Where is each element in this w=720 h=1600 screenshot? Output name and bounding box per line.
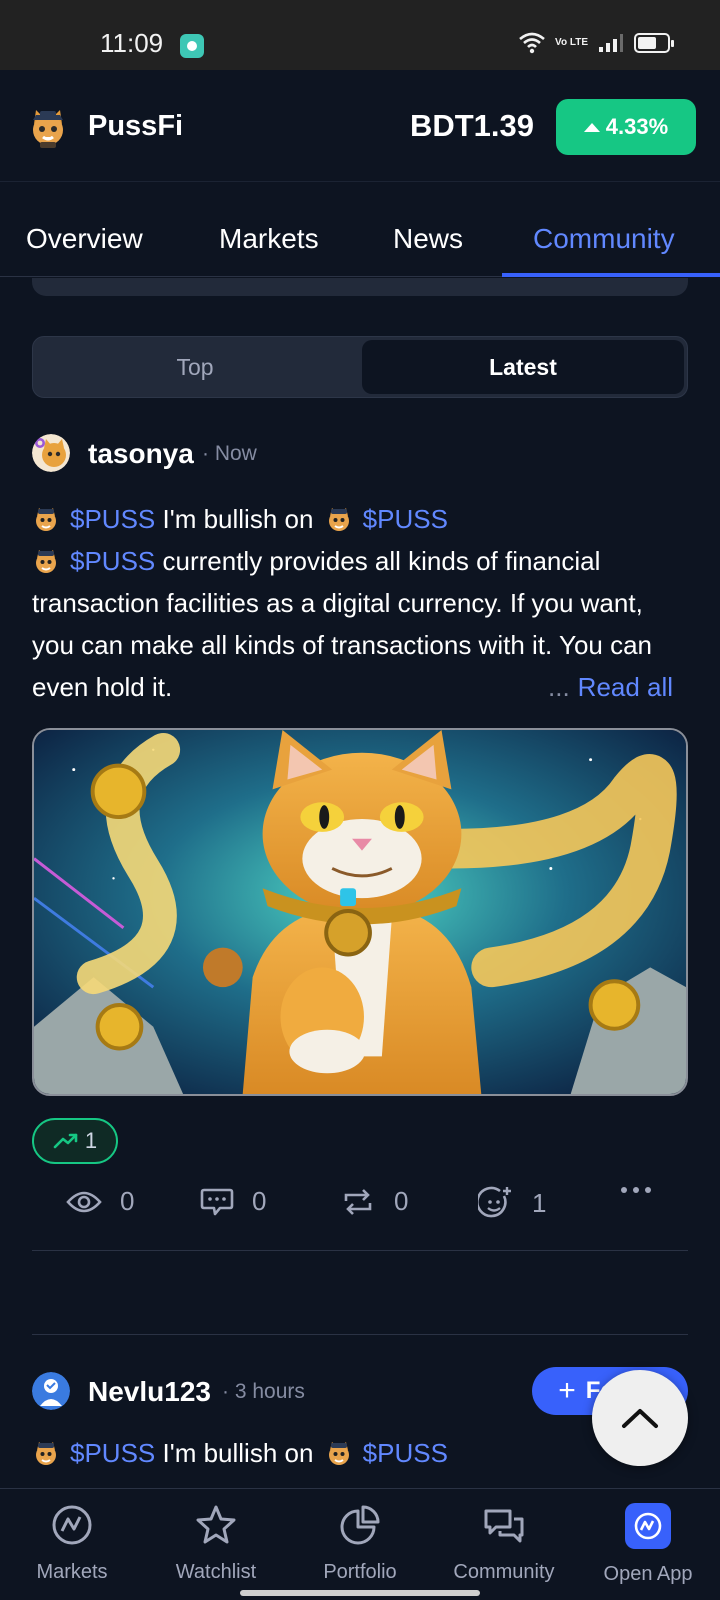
cashtag-link[interactable]: $PUSS — [70, 504, 155, 534]
post-divider — [32, 1334, 688, 1335]
eye-icon — [66, 1191, 102, 1212]
markets-icon — [52, 1505, 92, 1545]
chevron-up-icon — [622, 1409, 658, 1428]
puss-token-icon — [36, 1442, 56, 1465]
bullish-vote-pill[interactable]: 1 — [32, 1118, 118, 1164]
active-tab-indicator — [502, 273, 720, 277]
post-time: · 3 hours — [222, 1380, 305, 1403]
star-icon — [196, 1505, 236, 1544]
views-stat: 0 — [66, 1186, 134, 1217]
nav-watchlist-label: Watchlist — [175, 1561, 257, 1583]
tab-community[interactable]: Community — [533, 223, 675, 255]
signal-icon — [599, 34, 623, 52]
post-divider — [32, 1250, 688, 1251]
chat-app-icon — [180, 34, 204, 58]
app-logo-icon — [625, 1503, 671, 1549]
home-indicator[interactable] — [240, 1590, 480, 1596]
tab-overview[interactable]: Overview — [26, 223, 143, 255]
avatar[interactable] — [32, 434, 70, 472]
post-actions: 0 0 0 1 — [0, 1176, 720, 1236]
coin-header: PussFi BDT1.39 4.33% — [0, 70, 720, 182]
cashtag-link[interactable]: $PUSS — [70, 1438, 155, 1468]
status-time: 11:09 — [100, 28, 164, 58]
nav-markets-label: Markets — [36, 1561, 108, 1583]
puss-token-icon — [36, 550, 56, 573]
status-bar: 11:09 Vo LTE — [0, 0, 720, 70]
nav-watchlist[interactable]: Watchlist — [146, 1503, 286, 1584]
comment-button[interactable]: 0 — [200, 1186, 266, 1217]
feed-sort-toggle: Top Latest — [32, 336, 688, 398]
wifi-icon — [519, 32, 545, 54]
repost-icon — [344, 1188, 372, 1215]
post-image[interactable] — [32, 728, 688, 1096]
cashtag-link[interactable]: $PUSS — [70, 546, 155, 576]
puss-token-icon — [36, 508, 56, 531]
scroll-to-top-button[interactable] — [592, 1370, 688, 1466]
more-options-button[interactable] — [620, 1186, 652, 1194]
reposts-count: 0 — [394, 1186, 409, 1216]
comments-count: 0 — [252, 1186, 267, 1216]
coin-tabs: Overview Markets News Community — [0, 183, 720, 277]
sort-top-button[interactable]: Top — [35, 339, 355, 395]
bullish-count: 1 — [84, 1128, 98, 1153]
more-dots-icon — [621, 1187, 651, 1193]
price-change-badge: 4.33% — [556, 99, 696, 155]
pussfi-logo-icon — [33, 110, 63, 148]
coin-name: PussFi — [88, 110, 184, 142]
price-change-value: 4.33% — [605, 114, 669, 139]
puss-token-icon — [328, 508, 349, 531]
avatar[interactable] — [32, 1372, 70, 1410]
nav-open-app[interactable]: Open App — [578, 1503, 718, 1586]
nav-community[interactable]: Community — [434, 1503, 574, 1584]
read-all-link[interactable]: ... Read all — [548, 672, 673, 703]
post-time: · Now — [202, 442, 257, 465]
volte-label: Vo LTE — [555, 37, 588, 48]
battery-icon — [634, 33, 674, 53]
trending-up-icon — [53, 1133, 78, 1149]
post-line-bullish: $PUSS I'm bullish on $PUSS — [32, 498, 692, 540]
tab-news[interactable]: News — [393, 223, 463, 255]
triangle-up-icon — [583, 122, 600, 132]
pie-chart-icon — [340, 1505, 380, 1545]
post-line-bullish: $PUSS I'm bullish on $PUSS — [32, 1432, 692, 1474]
reaction-button[interactable]: 1 — [478, 1186, 546, 1220]
nav-portfolio[interactable]: Portfolio — [290, 1503, 430, 1584]
views-count: 0 — [120, 1186, 135, 1216]
plus-icon: + — [558, 1374, 576, 1407]
repost-button[interactable]: 0 — [340, 1186, 408, 1217]
reactions-count: 1 — [532, 1187, 547, 1218]
post-username[interactable]: tasonya — [88, 438, 194, 470]
tab-markets[interactable]: Markets — [219, 223, 319, 255]
bottom-nav: Markets Watchlist Portfolio Community Op… — [0, 1488, 720, 1600]
collapsed-card-edge — [32, 278, 688, 296]
comment-icon — [200, 1188, 234, 1215]
status-icons: Vo LTE — [519, 32, 674, 54]
add-reaction-icon — [478, 1186, 511, 1218]
post-body: $PUSS I'm bullish on $PUSS — [32, 1432, 692, 1474]
nav-markets[interactable]: Markets — [2, 1503, 142, 1584]
nav-portfolio-label: Portfolio — [323, 1561, 397, 1583]
nav-open-app-label: Open App — [603, 1563, 693, 1585]
cashtag-link[interactable]: $PUSS — [363, 504, 448, 534]
puss-token-icon — [328, 1442, 349, 1465]
nav-community-label: Community — [453, 1561, 555, 1583]
sort-latest-button[interactable]: Latest — [362, 340, 684, 394]
coin-price: BDT1.39 — [409, 108, 534, 143]
chat-bubbles-icon — [484, 1509, 524, 1543]
cashtag-link[interactable]: $PUSS — [363, 1438, 448, 1468]
post-username[interactable]: Nevlu123 — [88, 1376, 211, 1408]
